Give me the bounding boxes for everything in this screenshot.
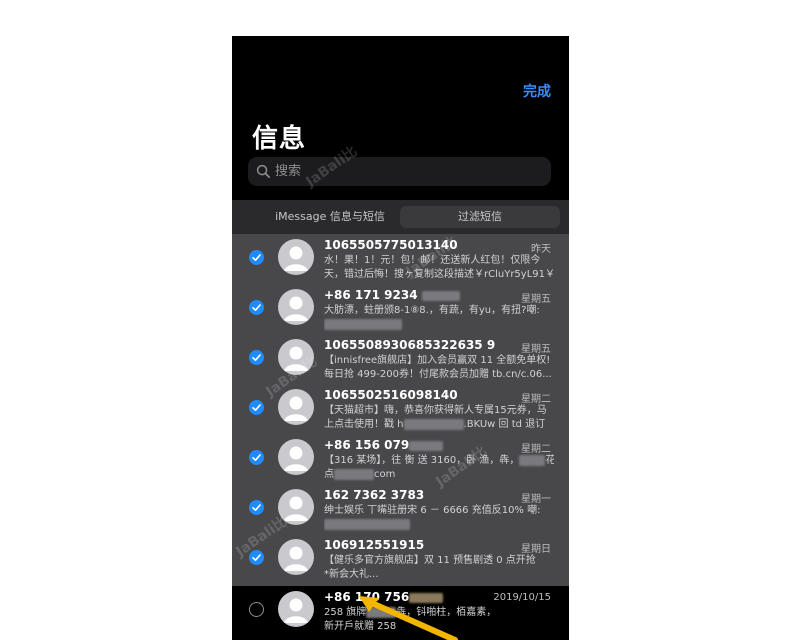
avatar-person-icon [278,389,314,425]
done-button[interactable]: 完成 [523,81,551,101]
preview-line-1: 【健乐多官方旗舰店】双 11 预售剧透 0 点开抢 [324,555,536,566]
search-icon [256,164,270,178]
message-time: 星期二 [521,444,551,455]
preview-line-1: 水！果！1！元！包！邮！还送新人红包！仅限今 [324,255,541,266]
selected-checkmark-icon[interactable] [249,400,264,415]
preview-line-1: 【innisfree旗舰店】加入会员赢双 11 全额免单权! [324,355,551,366]
message-sender: 1065508930685322635 9 [324,338,496,352]
preview-line-1: 大肪漂，蛀册颁8-1⑧8.，有蔬，有yu，有扭?嘲: [324,305,540,316]
list-item[interactable]: +86 170 756 2019/10/15 258 旗牌 犇，钭啪柱，栢嘉素， … [232,586,569,636]
list-item[interactable]: 1065502516098140 星期二 【天猫超市】嗨，恭喜你获得新人专属15… [232,384,569,434]
selected-checkmark-icon[interactable] [249,350,264,365]
preview-line-2: 上点击使用！戳 h .BKUw 回 td 退订 [324,418,554,432]
message-preview: 【innisfree旗舰店】加入会员赢双 11 全额免单权! 每日抢 499-2… [324,354,554,382]
preview-line-1: 258 旗牌 犇，钭啪柱，栢嘉素， [324,606,554,620]
message-time: 星期一 [521,494,551,505]
message-preview: 【天猫超市】嗨，恭喜你获得新人专属15元券，马 上点击使用！戳 h .BKUw 回… [324,404,554,432]
redacted-blur [421,290,460,301]
tab-imessage-and-sms[interactable]: iMessage 信息与短信 [250,206,410,228]
sender-number: +86 156 079 [324,438,410,452]
search-input[interactable] [275,157,535,186]
preview-line-2 [324,318,554,332]
list-item[interactable]: +86 171 9234 星期五 大肪漂，蛀册颁8-1⑧8.，有蔬，有yu，有扭… [232,284,569,334]
message-sender: 162 7362 3783 [324,488,425,502]
redacted-blur [366,606,397,618]
list-item[interactable]: 162 7362 3783 星期一 绅士娱乐 丅嘴驻册宋 6 － 6666 充值… [232,484,569,534]
sender-number: +86 171 9234 [324,288,418,302]
selected-checkmark-icon[interactable] [249,550,264,565]
message-preview: 水！果！1！元！包！邮！还送新人红包！仅限今 天，错过后悔！搜ヶ复制这段描述￥r… [324,254,554,282]
avatar-person-icon [278,439,314,475]
preview-line-1-end: 犇，钭啪柱，栢嘉素， [396,607,497,618]
phone-screen: 完成 信息 iMessage 信息与短信 过滤短信 10655057750131… [232,36,569,640]
redacted-blur [519,454,546,466]
message-time: 2019/10/15 [493,592,551,603]
message-sender: 106912551915 [324,538,425,552]
preview-line-2-start: 上点击使用！戳 h [324,419,404,430]
preview-line-2: 天，错过后悔！搜ヶ复制这段描述￥rCluYr5yL91￥... [324,269,554,280]
preview-line-2: 每日抢 499-200券！付尾款会员加赠 tb.cn/c.06... [324,369,552,380]
preview-line-2: 新开戶就赠 258 [324,621,397,632]
preview-line-2 [324,518,554,532]
filter-segmented-control: iMessage 信息与短信 过滤短信 [232,200,569,234]
preview-line-2: *新会大礼... [324,569,379,580]
selected-checkmark-icon[interactable] [249,500,264,515]
message-time: 昨天 [531,244,551,255]
message-sender: +86 156 079 [324,438,444,452]
preview-line-1-start: 258 旗牌 [324,607,367,618]
message-preview: 【316 某场】，往 衡 送 3160，卧 渔，犇， 花. 点 com [324,454,554,482]
message-preview: 【健乐多官方旗舰店】双 11 预售剧透 0 点开抢 *新会大礼... [324,554,554,582]
message-time: 星期日 [521,544,551,555]
avatar-person-icon [278,489,314,525]
message-sender: +86 170 756 [324,590,444,604]
preview-line-2-start: 点 [324,469,334,480]
redacted-blur [334,468,374,480]
message-preview: 大肪漂，蛀册颁8-1⑧8.，有蔬，有yu，有扭?嘲: [324,304,554,332]
avatar-person-icon [278,339,314,375]
message-list: 1065505775013140 昨天 水！果！1！元！包！邮！还送新人红包！仅… [232,234,569,586]
avatar-person-icon [278,591,314,627]
avatar-person-icon [278,539,314,575]
redacted-blur [409,440,444,451]
message-sender: 1065502516098140 [324,388,458,402]
redacted-blur [324,318,402,330]
tab-filtered-sms[interactable]: 过滤短信 [400,206,560,228]
sender-number: +86 170 756 [324,590,410,604]
redacted-blur [403,418,464,430]
preview-line-1: 【天猫超市】嗨，恭喜你获得新人专属15元券，马 [324,405,547,416]
redacted-blur [324,518,410,530]
list-item[interactable]: +86 156 079 星期二 【316 某场】，往 衡 送 3160，卧 渔，… [232,434,569,484]
preview-line-2-end: .BKUw 回 td 退订 [463,419,546,430]
preview-line-2: 点 com [324,468,554,482]
list-item[interactable]: 1065505775013140 昨天 水！果！1！元！包！邮！还送新人红包！仅… [232,234,569,284]
message-sender: +86 171 9234 [324,288,460,302]
message-preview: 258 旗牌 犇，钭啪柱，栢嘉素， 新开戶就赠 258 [324,606,554,634]
preview-line-1: 绅士娱乐 丅嘴驻册宋 6 － 6666 充值反10% 嘲: [324,505,541,516]
selected-checkmark-icon[interactable] [249,450,264,465]
avatar-person-icon [278,239,314,275]
message-preview: 绅士娱乐 丅嘴驻册宋 6 － 6666 充值反10% 嘲: [324,504,554,532]
redacted-blur [409,592,444,603]
selected-checkmark-icon[interactable] [249,250,264,265]
search-bar[interactable] [248,157,551,186]
list-item[interactable]: 1065508930685322635 9 星期五 【innisfree旗舰店】… [232,334,569,384]
selected-checkmark-icon[interactable] [249,300,264,315]
list-item[interactable]: 106912551915 星期日 【健乐多官方旗舰店】双 11 预售剧透 0 点… [232,534,569,584]
preview-line-2-end: com [374,469,396,480]
message-time: 星期五 [521,344,551,355]
message-time: 星期五 [521,294,551,305]
message-time: 星期二 [521,394,551,405]
preview-line-1-end: 花. [545,455,554,466]
preview-line-1-start: 【316 某场】，往 衡 送 3160，卧 渔，犇， [324,455,520,466]
unselected-circle-icon[interactable] [249,602,264,617]
message-sender: 1065505775013140 [324,238,458,252]
avatar-person-icon [278,289,314,325]
page-title: 信息 [252,124,307,154]
preview-line-1: 【316 某场】，往 衡 送 3160，卧 渔，犇， 花. [324,454,554,468]
